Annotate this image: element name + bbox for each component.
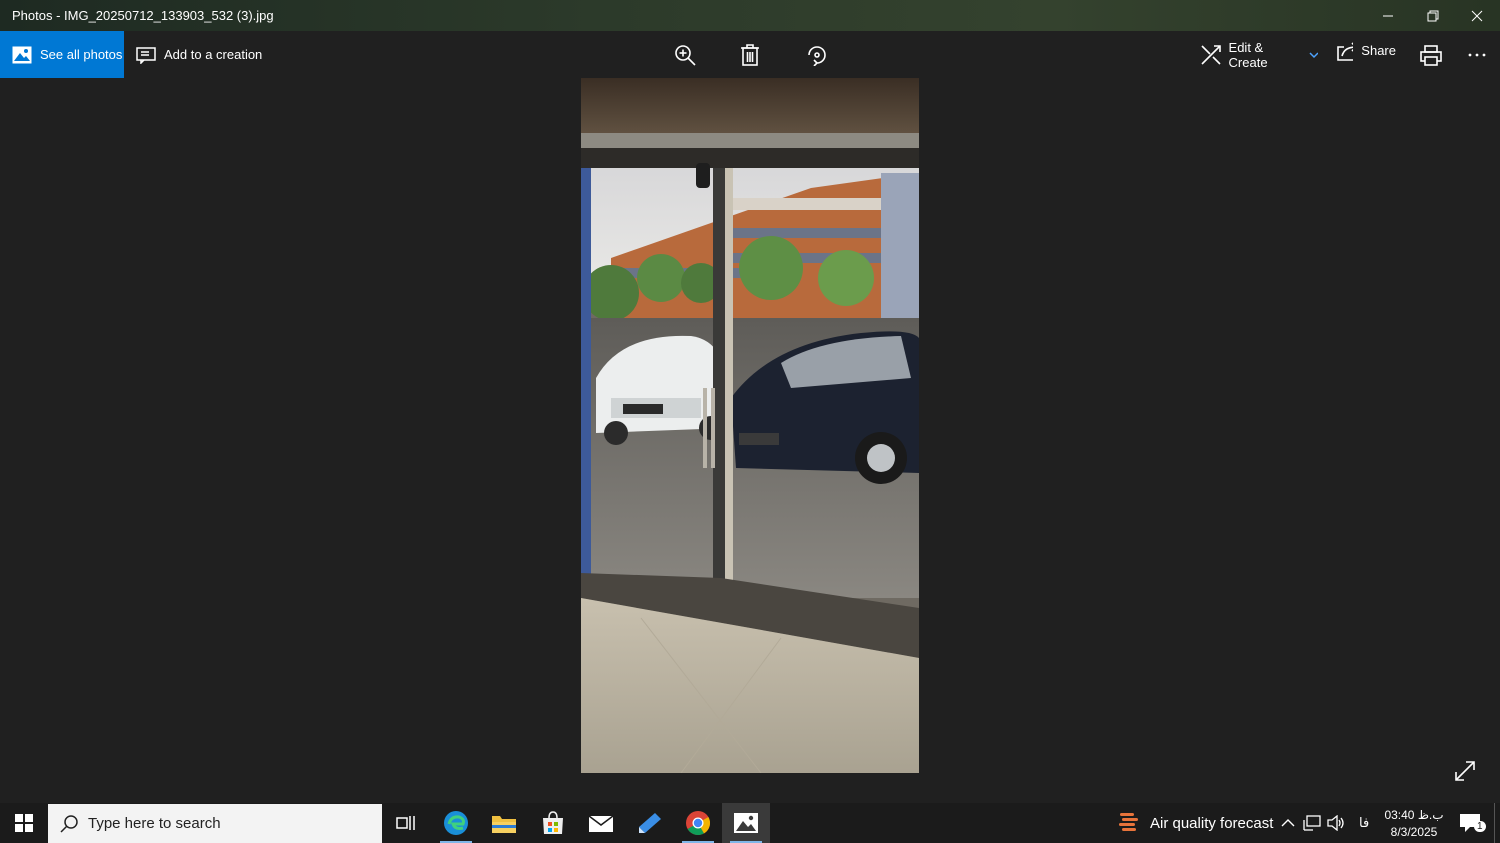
show-hidden-icons-button[interactable] — [1276, 803, 1300, 843]
more-icon — [1468, 53, 1486, 56]
store-button[interactable] — [529, 803, 577, 843]
see-all-label: See all photos — [40, 47, 123, 62]
edge-icon — [444, 811, 468, 835]
rotate-icon — [808, 45, 826, 66]
photo-canvas[interactable] — [581, 78, 919, 773]
clock[interactable]: 03:40 ب.ظ 8/3/2025 — [1378, 806, 1450, 842]
edit-create-label: Edit & Create — [1228, 39, 1268, 70]
clock-time: 03:40 ب.ظ — [1384, 808, 1444, 822]
add-creation-label: Add to a creation — [164, 47, 263, 62]
expand-icon — [1455, 761, 1475, 781]
share-button[interactable]: Share — [1336, 27, 1396, 74]
chrome-icon — [686, 811, 711, 836]
app-icon — [639, 813, 661, 833]
photos-app-icon — [734, 813, 758, 833]
volume-icon — [1327, 815, 1344, 831]
task-view-button[interactable] — [382, 803, 430, 843]
clock-date: 8/3/2025 — [1390, 825, 1438, 839]
edit-create-button[interactable]: Edit & Create — [1200, 31, 1318, 78]
close-button[interactable] — [1454, 0, 1500, 31]
volume-button[interactable] — [1324, 803, 1348, 843]
chevron-up-icon — [1281, 819, 1295, 827]
photo-image — [581, 78, 919, 773]
trash-icon — [741, 43, 759, 66]
network-icon — [1303, 815, 1321, 831]
network-button[interactable] — [1300, 803, 1324, 843]
printer-icon — [1420, 44, 1442, 66]
file-explorer-button[interactable] — [480, 803, 528, 843]
add-creation-icon — [136, 46, 156, 64]
fullscreen-button[interactable] — [1452, 758, 1478, 784]
search-placeholder: Type here to search — [88, 815, 221, 832]
folder-icon — [492, 816, 516, 833]
add-to-creation-button[interactable]: Add to a creation — [136, 31, 262, 78]
window-title: Photos - IMG_20250712_133903_532 (3).jpg — [12, 8, 274, 23]
mail-button[interactable] — [577, 803, 625, 843]
start-button[interactable] — [0, 803, 48, 843]
zoom-button[interactable] — [670, 31, 700, 78]
restore-button[interactable] — [1410, 0, 1456, 31]
taskbar-search-box[interactable]: Type here to search — [48, 804, 382, 843]
see-all-photos-button[interactable]: See all photos — [0, 31, 124, 78]
zoom-in-icon — [675, 44, 696, 66]
print-button[interactable] — [1416, 31, 1446, 78]
show-desktop-button[interactable] — [1494, 803, 1500, 843]
share-icon — [1337, 41, 1354, 61]
store-icon — [543, 811, 563, 834]
restore-icon — [1427, 10, 1439, 21]
minimize-icon — [1383, 15, 1393, 16]
more-button[interactable] — [1462, 31, 1492, 78]
weather-widget[interactable]: Air quality forecast — [1116, 803, 1273, 843]
notification-count: 1 — [1474, 821, 1486, 832]
input-language[interactable]: فا — [1359, 815, 1369, 831]
command-bar: See all photos Add to a creation Edit & … — [0, 31, 1500, 78]
task-view-icon — [396, 816, 415, 830]
photos-taskbar-button[interactable] — [722, 803, 770, 843]
app-taskbar-button[interactable] — [626, 803, 674, 843]
delete-button[interactable] — [736, 31, 764, 78]
edit-create-icon — [1201, 44, 1221, 65]
air-quality-icon — [1119, 813, 1138, 831]
rotate-button[interactable] — [802, 31, 832, 78]
close-icon — [1471, 10, 1483, 21]
edge-taskbar-button[interactable] — [432, 803, 480, 843]
mail-icon — [588, 815, 614, 832]
share-label: Share — [1361, 43, 1396, 58]
photos-icon — [12, 46, 32, 63]
taskbar: Type here to search Air quality forecast… — [0, 803, 1500, 843]
notifications-button[interactable]: 1 — [1450, 803, 1490, 843]
chrome-taskbar-button[interactable] — [674, 803, 722, 843]
search-icon — [60, 814, 78, 833]
windows-logo-icon — [15, 814, 33, 832]
chevron-down-icon — [1309, 51, 1318, 58]
title-bar: Photos - IMG_20250712_133903_532 (3).jpg — [0, 0, 1500, 31]
weather-label: Air quality forecast — [1150, 814, 1274, 832]
